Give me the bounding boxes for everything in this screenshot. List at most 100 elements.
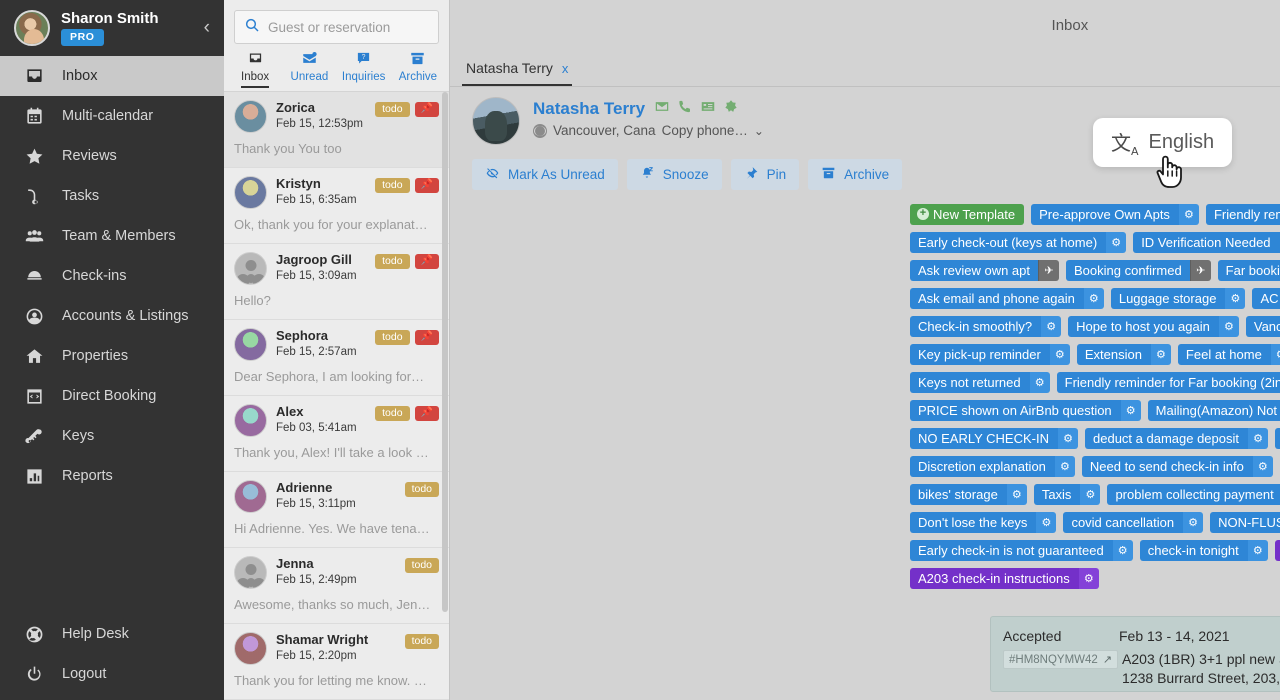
gear-icon[interactable]: ⚙ <box>1177 204 1199 225</box>
sidebar-item-logout[interactable]: Logout <box>0 654 224 694</box>
sidebar-item-keys[interactable]: Keys <box>0 416 224 456</box>
template-chip[interactable]: ID Verification Needed⚙ <box>1133 232 1280 253</box>
thread-tab[interactable]: Natasha Terry x <box>462 60 573 86</box>
list-scrollbar[interactable] <box>442 92 448 612</box>
pin-icon[interactable]: 📌 <box>414 177 439 193</box>
status-badge[interactable]: todo <box>375 329 410 346</box>
send-plane-icon[interactable]: ✈ <box>1038 260 1059 281</box>
pin-icon[interactable]: 📌 <box>414 253 439 269</box>
gear-icon[interactable]: ⚙ <box>1035 512 1057 533</box>
template-chip[interactable]: NON-FLUSHABLE ITEMS (covid-situation)⚙ <box>1210 512 1280 533</box>
sidebar-item-accounts-listings[interactable]: Accounts & Listings <box>0 296 224 336</box>
template-list[interactable]: + New Template Pre-approve Own Apts ⚙ Friend… <box>910 190 1280 596</box>
template-chip[interactable]: Extension ⚙ <box>1076 344 1171 365</box>
template-chip[interactable]: Need to send check-in info ⚙ <box>1081 456 1273 477</box>
template-chip[interactable]: NO EARLY CHECK-IN ⚙ <box>910 428 1078 449</box>
template-chip[interactable]: check-in tonight ⚙ <box>1139 540 1268 561</box>
thread-tab-close-icon[interactable]: x <box>562 61 569 76</box>
pin-icon[interactable]: 📌 <box>414 405 439 421</box>
template-chip[interactable]: AC in Vancouver⚙ <box>1252 288 1280 309</box>
template-chip[interactable]: Hope to host you again ⚙ <box>1068 316 1239 337</box>
pin-icon[interactable]: 📌 <box>414 101 439 117</box>
list-item[interactable]: Sephora Feb 15, 2:57am todo 📌 Dear Sephora, … <box>224 320 449 396</box>
gear-icon[interactable]: ⚙ <box>1082 288 1104 309</box>
template-chip[interactable]: NO PARTIES reminder⚙ <box>1275 428 1280 449</box>
status-badge[interactable]: todo <box>404 557 439 574</box>
open-external-icon[interactable]: ↗ <box>1103 653 1112 666</box>
reservation-code[interactable]: #HM8NQYMW42 ↗ <box>1003 650 1119 669</box>
pin-icon[interactable]: 📌 <box>414 329 439 345</box>
tab-inquiries[interactable]: ? Inquiries <box>337 51 391 91</box>
template-chip[interactable]: Keys not returned ⚙ <box>910 372 1050 393</box>
list-item[interactable]: Jagroop Gill Feb 15, 3:09am todo 📌 Hello? <box>224 244 449 320</box>
sidebar-user[interactable]: Sharon Smith PRO ‹ <box>0 0 224 56</box>
gear-icon[interactable]: ⚙ <box>1028 372 1050 393</box>
gear-icon[interactable]: ⚙ <box>1057 428 1078 449</box>
status-badge[interactable]: todo <box>375 177 410 194</box>
gear-icon[interactable]: ⚙ <box>1217 316 1239 337</box>
sidebar-item-reviews[interactable]: Reviews <box>0 136 224 176</box>
thread-list[interactable]: Zorica Feb 15, 12:53pm todo 📌 Thank you You … <box>224 91 449 700</box>
gear-icon[interactable]: ⚙ <box>1040 316 1062 337</box>
gear-icon[interactable]: ⚙ <box>1246 540 1268 561</box>
tab-archive[interactable]: Archive <box>391 51 445 91</box>
guest-name[interactable]: Natasha Terry <box>533 99 645 119</box>
chevron-down-icon[interactable]: ⌄ <box>754 124 764 138</box>
sidebar-item-inbox[interactable]: Inbox <box>0 56 224 96</box>
template-chip[interactable]: Ask email and phone again ⚙ <box>910 288 1104 309</box>
template-chip[interactable]: bikes' storage ⚙ <box>910 484 1027 505</box>
template-chip[interactable]: Vancouver for Kids⚙ <box>1245 316 1280 337</box>
list-item[interactable]: Shamar Wright Feb 15, 2:20pm todo Thank you… <box>224 624 449 700</box>
gear-icon[interactable]: ⚙ <box>1105 232 1127 253</box>
gear-icon[interactable]: ⚙ <box>1053 456 1075 477</box>
template-chip[interactable]: Friendly reminder for Far booking (2in1)… <box>1056 372 1280 393</box>
template-chip[interactable]: covid cancellation ⚙ <box>1063 512 1204 533</box>
list-item[interactable]: Kristyn Feb 15, 6:35am todo 📌 Ok, thank you … <box>224 168 449 244</box>
status-badge[interactable]: todo <box>375 101 410 118</box>
sidebar-item-team-members[interactable]: Team & Members <box>0 216 224 256</box>
sidebar-item-reports[interactable]: Reports <box>0 456 224 496</box>
gear-icon[interactable]: ⚙ <box>1251 456 1273 477</box>
list-item[interactable]: Zorica Feb 15, 12:53pm todo 📌 Thank you You … <box>224 91 449 168</box>
pin-button[interactable]: Pin <box>730 159 800 190</box>
id-card-icon[interactable] <box>700 99 716 119</box>
sidebar-item-multi-calendar[interactable]: Multi-calendar <box>0 96 224 136</box>
status-badge[interactable]: todo <box>375 253 410 270</box>
gear-icon[interactable]: ⚙ <box>1077 568 1099 589</box>
template-chip[interactable]: Early check-in is not guaranteed ⚙ <box>910 540 1133 561</box>
gear-icon[interactable]: ⚙ <box>1079 484 1101 505</box>
status-badge[interactable]: todo <box>404 633 439 650</box>
tab-inbox[interactable]: Inbox <box>228 51 282 91</box>
template-chip[interactable]: Friendly reminder⚙ <box>1205 204 1280 225</box>
template-chip[interactable]: Booking confirmed ✈ <box>1066 260 1211 281</box>
gear-icon[interactable]: ⚙ <box>1111 540 1133 561</box>
template-chip[interactable]: A203 check-in instructions ⚙ <box>910 568 1099 589</box>
list-item[interactable]: Alex Feb 03, 5:41am todo 📌 Thank you, Alex! … <box>224 396 449 472</box>
gear-icon[interactable]: ⚙ <box>1182 512 1204 533</box>
snooze-button[interactable]: Snooze <box>626 159 722 190</box>
copy-phone-button[interactable]: Copy phone… <box>662 123 748 138</box>
status-badge[interactable]: todo <box>404 481 439 498</box>
archive-button[interactable]: Archive <box>808 159 903 190</box>
status-badge[interactable]: todo <box>375 405 410 422</box>
template-chip[interactable]: Luggage storage ⚙ <box>1110 288 1246 309</box>
new-template-button[interactable]: + New Template <box>910 204 1025 225</box>
sidebar-collapse-icon[interactable]: ‹ <box>204 18 210 37</box>
envelope-icon[interactable] <box>654 99 670 119</box>
sidebar-item-check-ins[interactable]: Check-ins <box>0 256 224 296</box>
search-box[interactable]: Guest or reservation <box>234 10 439 44</box>
template-chip[interactable]: Discretion explanation ⚙ <box>910 456 1075 477</box>
gear-icon[interactable]: ⚙ <box>1149 344 1171 365</box>
template-chip[interactable]: Early check-out (keys at home) ⚙ <box>910 232 1127 253</box>
reservation-card[interactable]: Accepted Feb 13 - 14, 2021 🏠 #HM8NQYMW42… <box>990 616 1280 692</box>
sidebar-item-tasks[interactable]: Tasks <box>0 176 224 216</box>
gear-icon[interactable]: ⚙ <box>1224 288 1246 309</box>
template-chip[interactable]: Ask review own apt ✈ <box>910 260 1059 281</box>
verified-badge-icon[interactable] <box>723 99 739 119</box>
template-chip[interactable]: Taxis ⚙ <box>1033 484 1101 505</box>
mark-as-unread-button[interactable]: Mark As Unread <box>472 159 618 190</box>
template-chip[interactable]: Mailing(Amazon) Not Allowed⚙ <box>1147 400 1280 421</box>
gear-icon[interactable]: ⚙ <box>1048 344 1070 365</box>
template-chip[interactable]: Don't lose the keys ⚙ <box>910 512 1057 533</box>
gear-icon[interactable]: ⚙ <box>1269 344 1280 365</box>
